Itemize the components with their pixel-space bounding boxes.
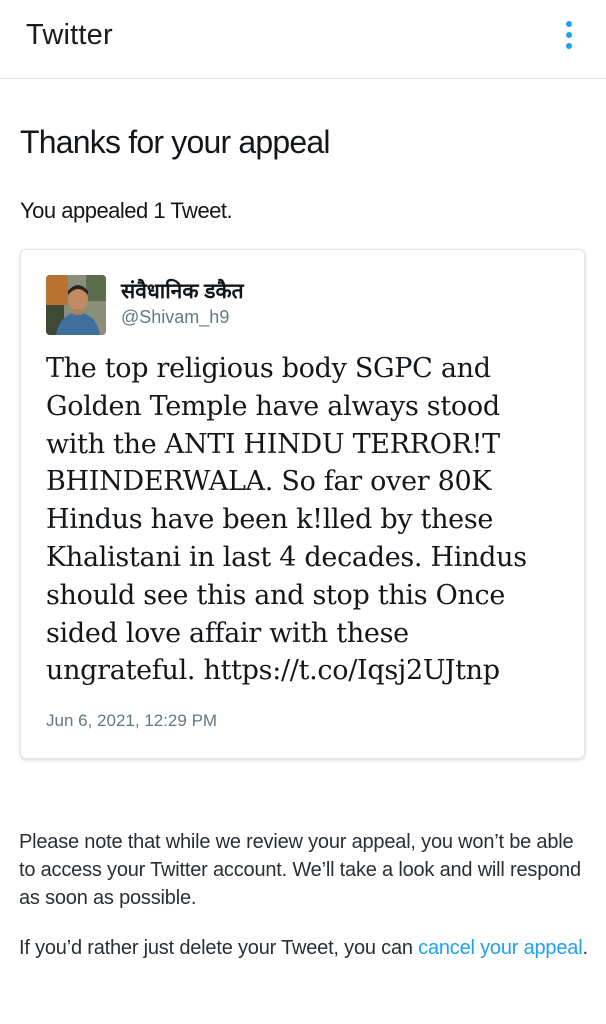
page-title: Thanks for your appeal xyxy=(20,124,331,160)
top-bar: Twitter xyxy=(0,0,606,79)
appeal-summary: You appealed 1 Tweet. xyxy=(20,198,233,223)
review-note: Please note that while we review your ap… xyxy=(19,831,581,909)
tweet-card: संवैधानिक डकैत @Shivam_h9 The top religi… xyxy=(20,249,585,759)
tweet-text-line: Golden Temple have always stood xyxy=(46,390,500,422)
tweet-text-line: sided love affair with these xyxy=(46,617,409,649)
tweet-text-line: with the ANTI HINDU TERROR!T xyxy=(46,428,500,460)
delete-note-period: . xyxy=(582,937,588,959)
tweet-text-line: ungrateful. https://t.co/Iqsj2UJtnp xyxy=(46,655,500,687)
avatar-image xyxy=(46,275,106,335)
tweet-text-line: Khalistani in last 4 decades. Hindus xyxy=(46,541,527,573)
tweet-text-line: Hindus have been k!lled by these xyxy=(46,504,494,536)
app-title: Twitter xyxy=(26,19,113,51)
cancel-appeal-link[interactable]: cancel your appeal xyxy=(418,937,582,959)
delete-note: If you’d rather just delete your Tweet, … xyxy=(19,934,589,962)
more-vertical-icon[interactable] xyxy=(560,18,580,54)
tweet-text: The top religious body SGPC and Golden T… xyxy=(46,350,566,690)
avatar xyxy=(46,275,106,335)
delete-note-text: If you’d rather just delete your Tweet, … xyxy=(19,937,419,959)
menu-dot xyxy=(566,21,572,27)
menu-dot xyxy=(566,32,572,38)
tweet-author-name: संवैधानिक डकैत xyxy=(121,280,244,303)
tweet-text-line: should see this and stop this Once xyxy=(46,579,506,611)
tweet-text-line: The top religious body SGPC and xyxy=(46,353,491,384)
tweet-timestamp: Jun 6, 2021, 12:29 PM xyxy=(46,711,218,730)
tweet-text-line: BHINDERWALA. So far over 80K xyxy=(46,466,492,498)
tweet-author-handle: @Shivam_h9 xyxy=(121,307,230,327)
menu-dot xyxy=(566,43,572,49)
